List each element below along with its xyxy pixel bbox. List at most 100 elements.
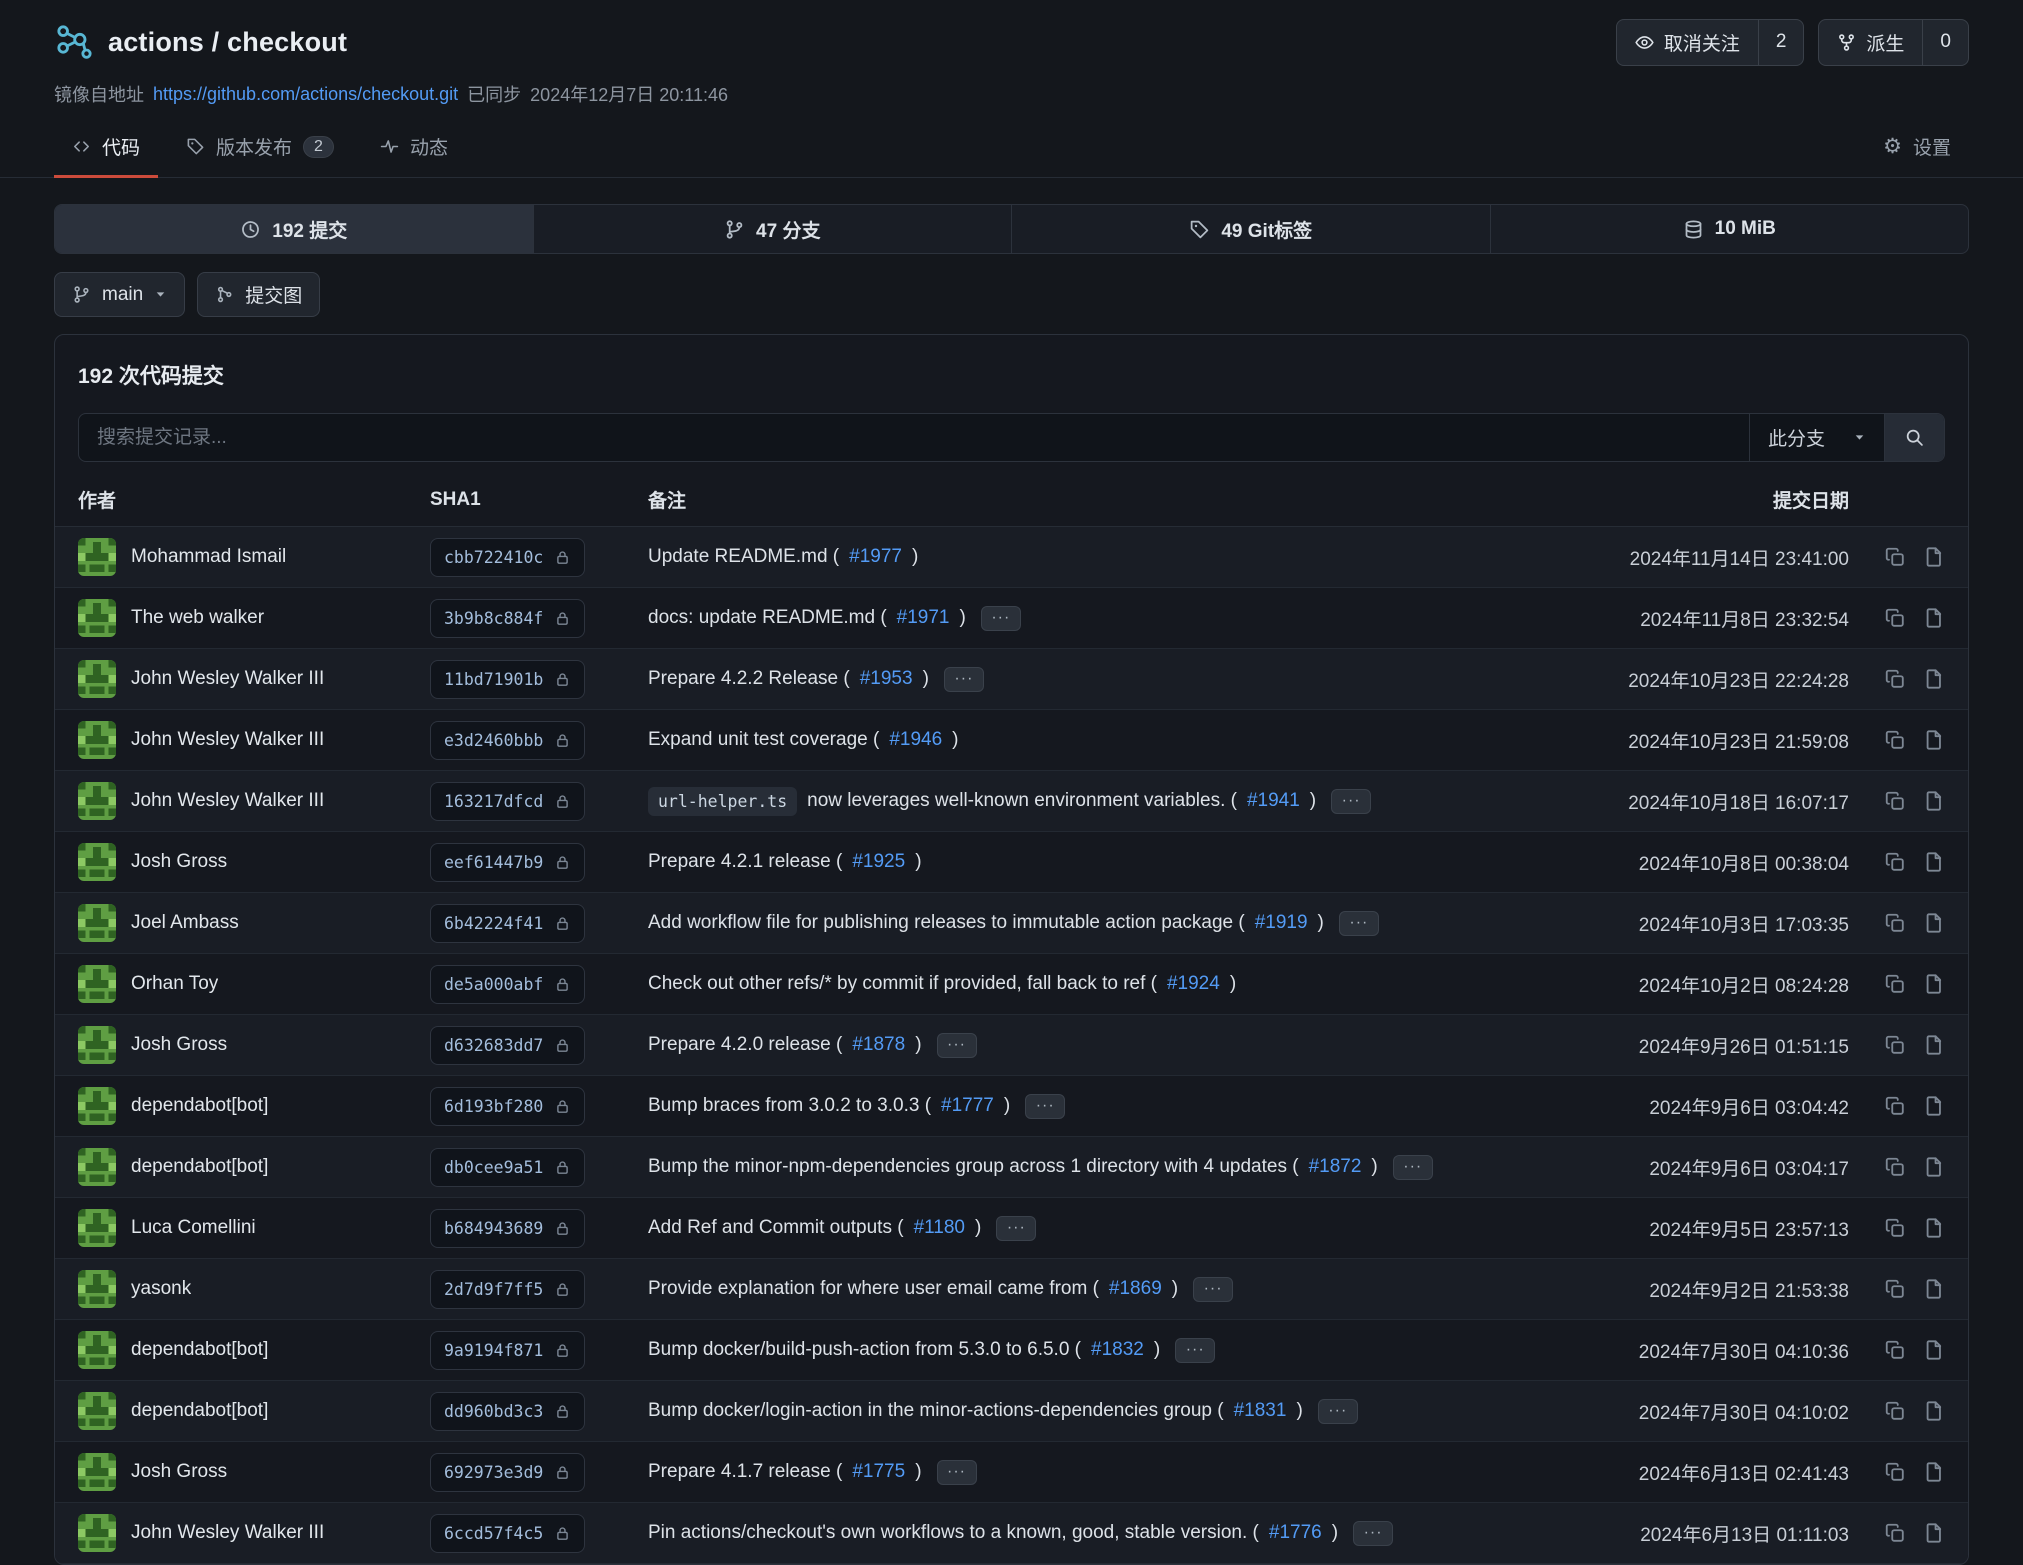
issue-link[interactable]: #1777 bbox=[941, 1095, 994, 1117]
copy-sha-button[interactable] bbox=[1884, 912, 1906, 934]
expand-commit-message-button[interactable]: ··· bbox=[937, 1033, 977, 1058]
expand-commit-message-button[interactable]: ··· bbox=[1025, 1094, 1065, 1119]
repo-title[interactable]: actions / checkout bbox=[108, 27, 347, 58]
commit-sha-badge[interactable]: 692973e3d9 bbox=[430, 1453, 585, 1492]
commit-sha-badge[interactable]: 9a9194f871 bbox=[430, 1331, 585, 1370]
issue-link[interactable]: #1832 bbox=[1091, 1339, 1144, 1361]
commit-author[interactable]: Josh Gross bbox=[131, 851, 227, 873]
copy-sha-button[interactable] bbox=[1884, 1034, 1906, 1056]
commit-sha-badge[interactable]: 6ccd57f4c5 bbox=[430, 1514, 585, 1553]
commit-author[interactable]: Luca Comellini bbox=[131, 1217, 256, 1239]
tab-activity[interactable]: 动态 bbox=[362, 123, 466, 177]
issue-link[interactable]: #1831 bbox=[1234, 1400, 1287, 1422]
expand-commit-message-button[interactable]: ··· bbox=[1353, 1521, 1393, 1546]
browse-source-button[interactable] bbox=[1923, 1522, 1945, 1544]
commit-sha-badge[interactable]: e3d2460bbb bbox=[430, 721, 585, 760]
commit-author[interactable]: Joel Ambass bbox=[131, 912, 239, 934]
commit-sha-badge[interactable]: 3b9b8c884f bbox=[430, 599, 585, 638]
browse-source-button[interactable] bbox=[1923, 546, 1945, 568]
expand-commit-message-button[interactable]: ··· bbox=[944, 667, 984, 692]
browse-source-button[interactable] bbox=[1923, 729, 1945, 751]
commit-author[interactable]: yasonk bbox=[131, 1278, 191, 1300]
fork-button[interactable]: 派生 bbox=[1819, 20, 1922, 65]
issue-link[interactable]: #1180 bbox=[914, 1217, 965, 1239]
issue-link[interactable]: #1941 bbox=[1247, 790, 1300, 812]
commit-author[interactable]: John Wesley Walker III bbox=[131, 668, 324, 690]
copy-sha-button[interactable] bbox=[1884, 607, 1906, 629]
commit-author[interactable]: John Wesley Walker III bbox=[131, 729, 324, 751]
copy-sha-button[interactable] bbox=[1884, 851, 1906, 873]
issue-link[interactable]: #1925 bbox=[852, 851, 905, 873]
commit-sha-badge[interactable]: 6b42224f41 bbox=[430, 904, 585, 943]
expand-commit-message-button[interactable]: ··· bbox=[981, 606, 1021, 631]
browse-source-button[interactable] bbox=[1923, 668, 1945, 690]
issue-link[interactable]: #1878 bbox=[852, 1034, 905, 1056]
commit-author[interactable]: John Wesley Walker III bbox=[131, 790, 324, 812]
commit-sha-badge[interactable]: 2d7d9f7ff5 bbox=[430, 1270, 585, 1309]
commit-sha-badge[interactable]: eef61447b9 bbox=[430, 843, 585, 882]
issue-link[interactable]: #1924 bbox=[1167, 973, 1220, 995]
tab-settings[interactable]: ⚙ 设置 bbox=[1865, 123, 1969, 177]
issue-link[interactable]: #1872 bbox=[1309, 1156, 1362, 1178]
commit-sha-badge[interactable]: 163217dfcd bbox=[430, 782, 585, 821]
browse-source-button[interactable] bbox=[1923, 790, 1945, 812]
commit-author[interactable]: dependabot[bot] bbox=[131, 1400, 268, 1422]
expand-commit-message-button[interactable]: ··· bbox=[1339, 911, 1379, 936]
tab-releases[interactable]: 版本发布 2 bbox=[168, 123, 352, 177]
commit-sha-badge[interactable]: 6d193bf280 bbox=[430, 1087, 585, 1126]
commit-sha-badge[interactable]: de5a000abf bbox=[430, 965, 585, 1004]
commit-author[interactable]: Orhan Toy bbox=[131, 973, 218, 995]
expand-commit-message-button[interactable]: ··· bbox=[937, 1460, 977, 1485]
browse-source-button[interactable] bbox=[1923, 1339, 1945, 1361]
issue-link[interactable]: #1775 bbox=[852, 1461, 905, 1483]
copy-sha-button[interactable] bbox=[1884, 790, 1906, 812]
issue-link[interactable]: #1946 bbox=[889, 729, 942, 751]
commit-sha-badge[interactable]: d632683dd7 bbox=[430, 1026, 585, 1065]
commit-author[interactable]: Mohammad Ismail bbox=[131, 546, 286, 568]
copy-sha-button[interactable] bbox=[1884, 546, 1906, 568]
watchers-count[interactable]: 2 bbox=[1758, 20, 1804, 65]
copy-sha-button[interactable] bbox=[1884, 1217, 1906, 1239]
stat-size[interactable]: 10 MiB bbox=[1490, 205, 1969, 253]
browse-source-button[interactable] bbox=[1923, 973, 1945, 995]
browse-source-button[interactable] bbox=[1923, 1461, 1945, 1483]
commit-sha-badge[interactable]: 11bd71901b bbox=[430, 660, 585, 699]
branch-selector[interactable]: main bbox=[54, 272, 185, 317]
mirror-url-link[interactable]: https://github.com/actions/checkout.git bbox=[153, 84, 458, 105]
issue-link[interactable]: #1776 bbox=[1269, 1522, 1322, 1544]
copy-sha-button[interactable] bbox=[1884, 668, 1906, 690]
issue-link[interactable]: #1953 bbox=[860, 668, 913, 690]
copy-sha-button[interactable] bbox=[1884, 729, 1906, 751]
browse-source-button[interactable] bbox=[1923, 1278, 1945, 1300]
commit-author[interactable]: dependabot[bot] bbox=[131, 1095, 268, 1117]
copy-sha-button[interactable] bbox=[1884, 1339, 1906, 1361]
commit-sha-badge[interactable]: b684943689 bbox=[430, 1209, 585, 1248]
stat-commits[interactable]: 192 提交 bbox=[55, 205, 533, 253]
browse-source-button[interactable] bbox=[1923, 851, 1945, 873]
issue-link[interactable]: #1869 bbox=[1109, 1278, 1162, 1300]
copy-sha-button[interactable] bbox=[1884, 1400, 1906, 1422]
commit-author[interactable]: dependabot[bot] bbox=[131, 1156, 268, 1178]
browse-source-button[interactable] bbox=[1923, 1095, 1945, 1117]
copy-sha-button[interactable] bbox=[1884, 1095, 1906, 1117]
expand-commit-message-button[interactable]: ··· bbox=[1331, 789, 1371, 814]
browse-source-button[interactable] bbox=[1923, 1400, 1945, 1422]
commit-sha-badge[interactable]: cbb722410c bbox=[430, 538, 585, 577]
unwatch-button[interactable]: 取消关注 bbox=[1617, 20, 1758, 65]
stat-branches[interactable]: 47 分支 bbox=[533, 205, 1012, 253]
commit-author[interactable]: dependabot[bot] bbox=[131, 1339, 268, 1361]
browse-source-button[interactable] bbox=[1923, 912, 1945, 934]
issue-link[interactable]: #1971 bbox=[897, 607, 950, 629]
commit-graph-button[interactable]: 提交图 bbox=[197, 272, 320, 317]
expand-commit-message-button[interactable]: ··· bbox=[1393, 1155, 1433, 1180]
commit-sha-badge[interactable]: dd960bd3c3 bbox=[430, 1392, 585, 1431]
browse-source-button[interactable] bbox=[1923, 1034, 1945, 1056]
commit-sha-badge[interactable]: db0cee9a51 bbox=[430, 1148, 585, 1187]
issue-link[interactable]: #1919 bbox=[1255, 912, 1308, 934]
commit-author[interactable]: Josh Gross bbox=[131, 1034, 227, 1056]
copy-sha-button[interactable] bbox=[1884, 1461, 1906, 1483]
commit-author[interactable]: The web walker bbox=[131, 607, 264, 629]
copy-sha-button[interactable] bbox=[1884, 973, 1906, 995]
branch-filter-dropdown[interactable]: 此分支 bbox=[1749, 414, 1884, 461]
copy-sha-button[interactable] bbox=[1884, 1522, 1906, 1544]
